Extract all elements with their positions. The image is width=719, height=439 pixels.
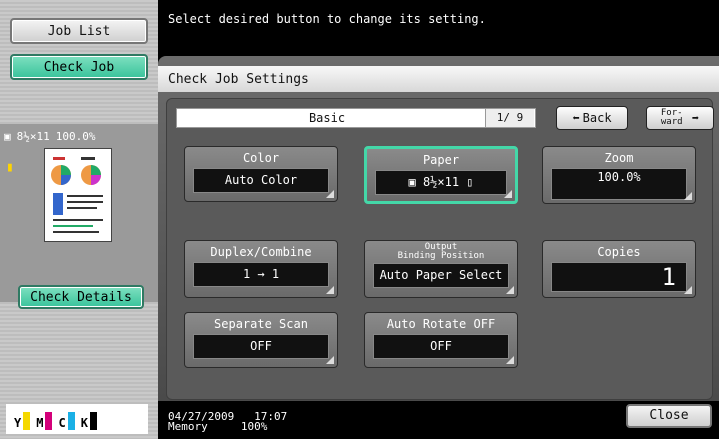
document-icon: ▮ (6, 160, 14, 175)
paper-label: Paper (422, 153, 460, 167)
auto-rotate-label: Auto Rotate OFF (386, 317, 496, 331)
thumbnail-info: ▣ 8½×11 100.0% (0, 126, 158, 146)
copies-button[interactable]: Copies 1 (542, 240, 696, 298)
separate-scan-label: Separate Scan (214, 317, 308, 331)
paper-icon: ▣ (4, 129, 11, 143)
toner-black: K (81, 412, 97, 430)
corner-indicator-icon (326, 190, 334, 198)
paper-tray-icon: ▣ (408, 175, 423, 189)
toner-indicator: Y M C K (6, 404, 148, 434)
corner-indicator-icon (326, 286, 334, 294)
auto-rotate-value: OFF (373, 334, 509, 359)
toner-magenta: M (36, 412, 53, 430)
sidebar: Job List Check Job ▣ 8½×11 100.0% ▮ Chec… (0, 0, 158, 439)
tab-bar: Basic 1/ 9 (176, 108, 536, 128)
duplex-value: 1 → 1 (193, 262, 329, 287)
corner-indicator-icon (506, 286, 514, 294)
zoom-value: 100.0% (551, 168, 687, 200)
preview-thumbnail (44, 148, 112, 242)
back-button[interactable]: ⬅ Back (556, 106, 628, 130)
toner-yellow: Y (14, 412, 31, 430)
preview-graphic (51, 157, 103, 233)
forward-label: For- ward (660, 108, 683, 127)
tab-basic[interactable]: Basic (177, 109, 477, 127)
color-setting-button[interactable]: Color Auto Color (184, 146, 338, 202)
separate-scan-value: OFF (193, 334, 329, 359)
memory-value: 100% (240, 420, 268, 433)
instruction-message: Select desired button to change its sett… (168, 12, 486, 26)
duplex-label: Duplex/Combine (210, 245, 312, 259)
paper-value: ▣ 8½×11 ▯ (375, 170, 507, 195)
job-list-button[interactable]: Job List (10, 18, 148, 44)
separate-scan-button[interactable]: Separate Scan OFF (184, 312, 338, 368)
job-list-label: Job List (47, 23, 111, 39)
output-value: Auto Paper Select (373, 263, 509, 288)
copies-label: Copies (597, 245, 641, 259)
corner-indicator-icon (326, 356, 334, 364)
close-button[interactable]: Close (626, 404, 712, 428)
check-details-button[interactable]: Check Details (18, 285, 144, 309)
color-label: Color (242, 151, 280, 165)
zoom-setting-button[interactable]: Zoom 100.0% (542, 146, 696, 204)
check-job-button[interactable]: Check Job (10, 54, 148, 80)
output-label: Output Binding Position (397, 242, 485, 261)
thumb-zoom: 100.0% (55, 129, 96, 143)
page-indicator: 1/ 9 (485, 109, 534, 127)
check-details-label: Check Details (30, 289, 132, 305)
screen: Job List Check Job ▣ 8½×11 100.0% ▮ Chec… (0, 0, 719, 439)
arrow-left-icon: ⬅ (572, 111, 580, 125)
forward-button[interactable]: For- ward ➡ (646, 106, 714, 130)
panel-title: Check Job Settings (158, 66, 719, 92)
back-label: Back (582, 111, 612, 125)
corner-indicator-icon (506, 356, 514, 364)
copies-value: 1 (551, 262, 687, 292)
duplex-combine-button[interactable]: Duplex/Combine 1 → 1 (184, 240, 338, 298)
settings-panel: Check Job Settings Basic 1/ 9 ⬅ Back For… (158, 56, 719, 401)
corner-indicator-icon (684, 286, 692, 294)
portrait-icon: ▯ (459, 175, 474, 189)
check-job-label: Check Job (43, 59, 115, 75)
corner-indicator-icon (684, 192, 692, 200)
paper-setting-button[interactable]: Paper ▣ 8½×11 ▯ (364, 146, 518, 204)
thumb-paper-size: 8½×11 (16, 129, 50, 143)
zoom-label: Zoom (604, 151, 634, 165)
toner-cyan: C (58, 412, 75, 430)
corner-indicator-icon (504, 190, 512, 198)
arrow-right-icon: ➡ (691, 111, 700, 125)
status-datetime: 04/27/2009 17:07 Memory 100% (168, 411, 287, 433)
close-label: Close (649, 408, 689, 423)
memory-label: Memory (168, 420, 208, 433)
auto-rotate-off-button[interactable]: Auto Rotate OFF OFF (364, 312, 518, 368)
output-binding-position-button[interactable]: Output Binding Position Auto Paper Selec… (364, 240, 518, 298)
color-value: Auto Color (193, 168, 329, 193)
